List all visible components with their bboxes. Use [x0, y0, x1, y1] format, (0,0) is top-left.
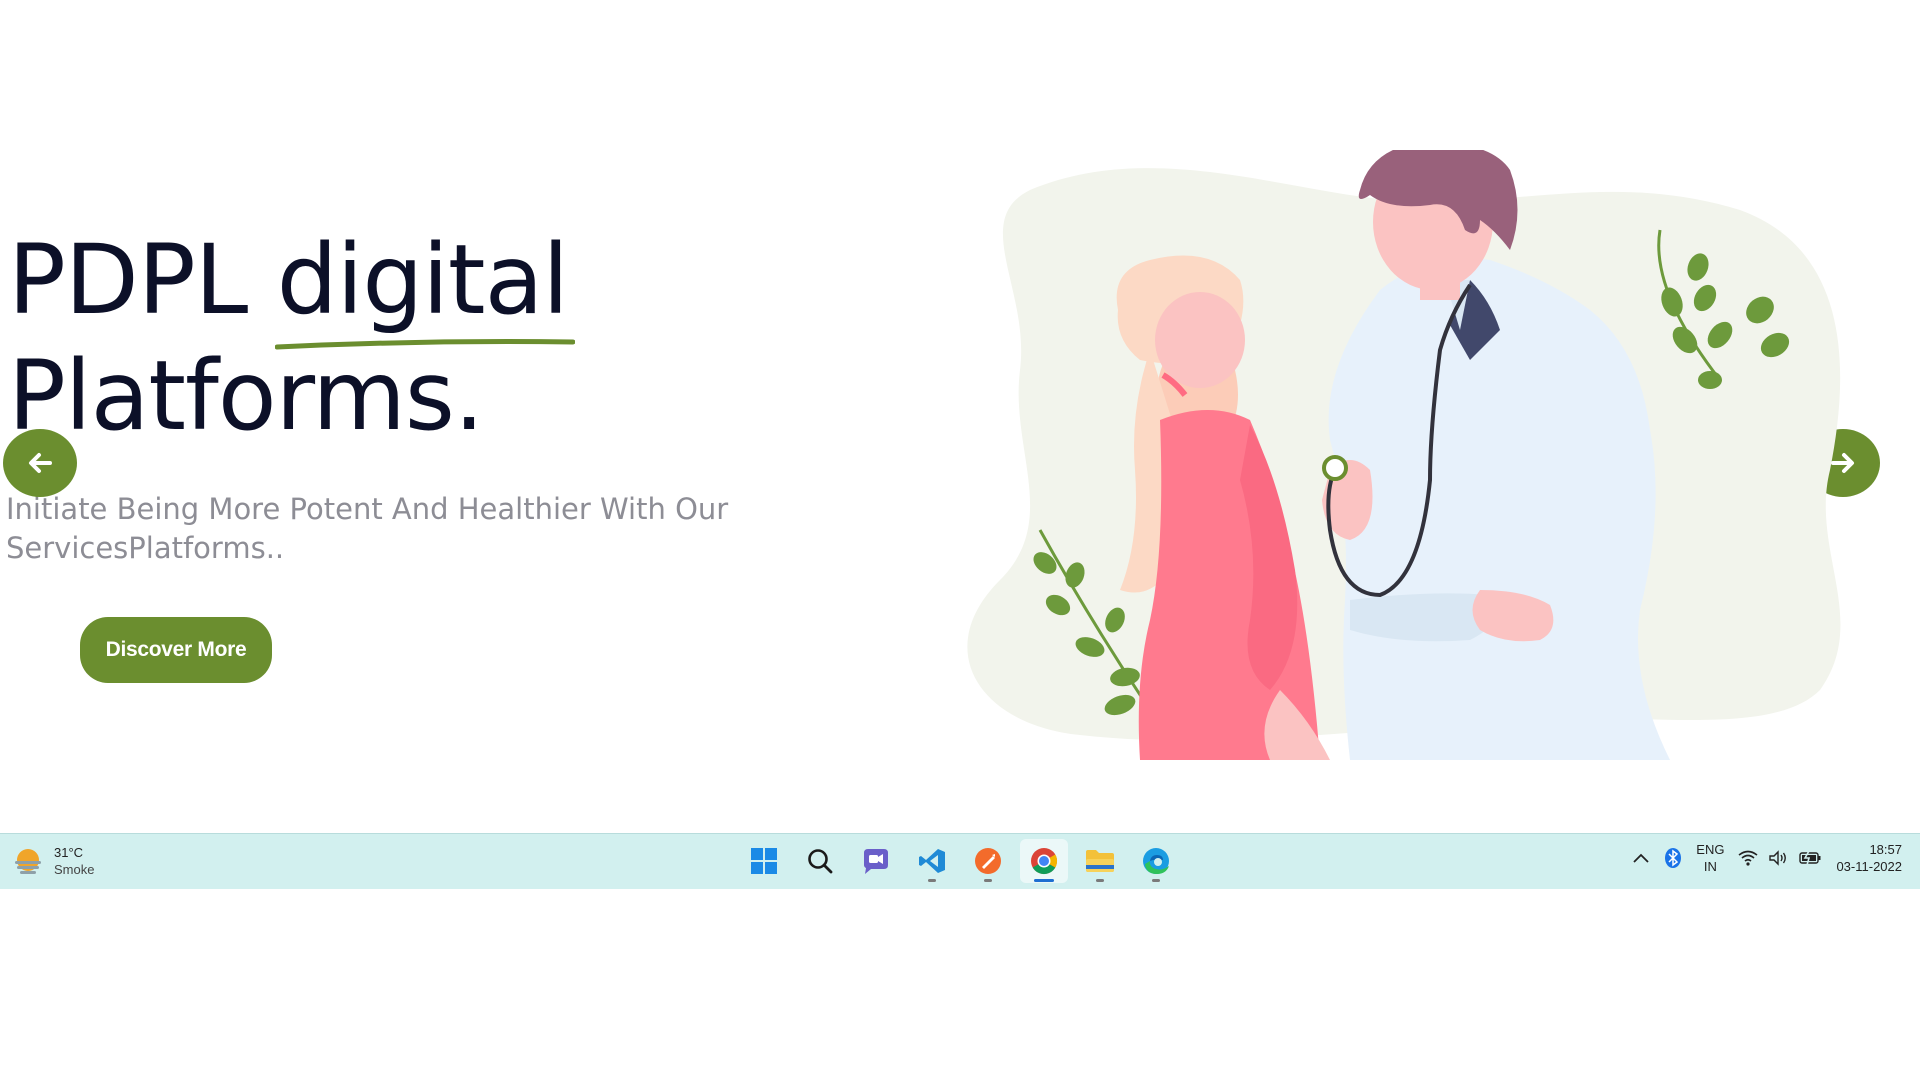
- hero-title-highlight-text: digital: [276, 224, 569, 336]
- language-indicator[interactable]: ENG IN: [1696, 841, 1724, 875]
- start-button[interactable]: [740, 839, 788, 883]
- wifi-icon: [1738, 850, 1758, 866]
- doctor-with-patient-illustration: [967, 150, 1841, 760]
- arrow-left-icon: [29, 453, 52, 473]
- webpage-viewport: PDPL digital Platforms. Initiate Being M…: [0, 0, 1896, 833]
- running-indicator: [1096, 879, 1104, 882]
- chevron-up-icon: [1633, 853, 1649, 863]
- weather-text: 31°C Smoke: [54, 844, 94, 878]
- hero-title-line-1: PDPL digital: [8, 222, 575, 350]
- taskbar-app-file-explorer[interactable]: [1076, 839, 1124, 883]
- hero-title-highlight: digital: [274, 222, 575, 350]
- windows-taskbar: 31°C Smoke ENG IN 18:57 03-11-2022: [0, 833, 1920, 889]
- chat-camera-icon: [864, 849, 888, 874]
- taskbar-app-chrome[interactable]: [1020, 839, 1068, 883]
- weather-widget[interactable]: 31°C Smoke: [12, 844, 94, 878]
- weather-condition: Smoke: [54, 862, 95, 877]
- taskbar-app-edge[interactable]: [1132, 839, 1180, 883]
- language-code: ENG: [1696, 842, 1725, 857]
- weather-temperature: 31°C: [54, 845, 84, 860]
- discover-more-button[interactable]: Discover More: [80, 617, 272, 683]
- clock-time: 18:57: [1869, 842, 1902, 857]
- running-indicator: [984, 879, 992, 882]
- postman-icon: [975, 848, 1001, 874]
- taskbar-apps: [740, 839, 1180, 883]
- search-button[interactable]: [796, 839, 844, 883]
- blank-area: [0, 889, 1920, 1080]
- highlight-underline: [274, 339, 575, 350]
- taskbar-app-vscode[interactable]: [908, 839, 956, 883]
- search-icon: [808, 849, 833, 874]
- clock[interactable]: 18:57 03-11-2022: [1836, 841, 1902, 875]
- edge-icon: [1143, 848, 1169, 874]
- bluetooth-button[interactable]: [1664, 847, 1682, 869]
- vscode-icon: [919, 849, 945, 873]
- hero-subtitle: Initiate Being More Potent And Healthier…: [6, 492, 729, 565]
- volume-icon: [1769, 850, 1787, 866]
- chrome-icon: [1031, 848, 1058, 875]
- show-hidden-icons-button[interactable]: [1632, 852, 1650, 864]
- windows-start-icon: [751, 848, 777, 874]
- region-code: IN: [1703, 859, 1717, 874]
- clock-date: 03-11-2022: [1836, 859, 1902, 874]
- folder-icon: [1086, 850, 1114, 872]
- battery-charging-icon: [1799, 850, 1821, 866]
- taskbar-app-postman[interactable]: [964, 839, 1012, 883]
- running-indicator: [928, 879, 936, 882]
- hero-title-word: PDPL: [8, 224, 248, 336]
- chat-button[interactable]: [852, 839, 900, 883]
- hero-title: PDPL digital Platforms.: [8, 222, 575, 454]
- network-volume-battery-button[interactable]: [1738, 850, 1822, 866]
- bluetooth-icon: [1665, 848, 1682, 868]
- running-indicator: [1152, 879, 1160, 882]
- active-indicator: [1034, 879, 1054, 882]
- system-tray: ENG IN 18:57 03-11-2022: [1632, 841, 1902, 875]
- carousel-prev-button[interactable]: [3, 429, 77, 497]
- sun-haze-icon: [15, 849, 41, 874]
- hero-title-line-2: Platforms.: [8, 340, 484, 452]
